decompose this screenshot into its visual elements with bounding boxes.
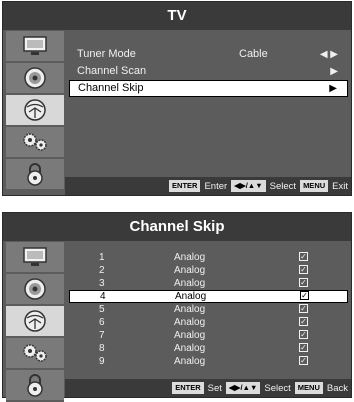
right-arrow-icon: ▶ bbox=[330, 66, 338, 77]
channel-list: 1 Analog ✓ 2 Analog ✓ 3 Analog ✓ 4 Analo… bbox=[69, 251, 348, 368]
menu-item-label: Channel Skip bbox=[78, 82, 144, 94]
enter-key-badge: ENTER bbox=[169, 180, 201, 192]
menu-item-tuner-mode[interactable]: Tuner Mode Cable ◀ ▶ bbox=[69, 46, 348, 63]
channel-number: 2 bbox=[99, 265, 105, 276]
skip-checkbox[interactable]: ✓ bbox=[299, 343, 308, 352]
skip-checkbox[interactable]: ✓ bbox=[299, 252, 308, 261]
menu-item-channel-scan[interactable]: Channel Scan ▶ bbox=[69, 63, 348, 80]
lock-icon bbox=[27, 163, 43, 186]
set-hint: Set bbox=[207, 382, 222, 394]
skip-checkbox[interactable]: ✓ bbox=[299, 265, 308, 274]
channel-row[interactable]: 6 Analog ✓ bbox=[69, 316, 348, 329]
picture-icon bbox=[23, 247, 47, 266]
sidebar-item-sound[interactable] bbox=[6, 63, 64, 95]
channel-skip-menu: Channel Skip 1 Analog ✓ 2 Analog ✓ 3 Ana… bbox=[2, 212, 352, 402]
sidebar bbox=[6, 31, 64, 191]
menu-title: Channel Skip bbox=[3, 213, 351, 241]
footer-help: ENTER Enter ◀▶/▲▼ Select MENU Exit bbox=[65, 177, 351, 195]
sidebar-item-lock[interactable] bbox=[6, 159, 64, 191]
channel-row[interactable]: 5 Analog ✓ bbox=[69, 303, 348, 316]
lock-icon bbox=[27, 374, 43, 397]
skip-checkbox[interactable]: ✓ bbox=[299, 304, 308, 313]
channel-row[interactable]: 7 Analog ✓ bbox=[69, 329, 348, 342]
channel-row[interactable]: 2 Analog ✓ bbox=[69, 264, 348, 277]
menu-item-label: Channel Scan bbox=[77, 65, 147, 77]
sidebar-item-picture[interactable] bbox=[6, 242, 64, 274]
channel-row[interactable]: 8 Analog ✓ bbox=[69, 342, 348, 355]
select-hint: Select bbox=[264, 382, 291, 394]
footer-help: ENTER Set ◀▶/▲▼ Select MENU Back bbox=[65, 379, 351, 397]
channel-number: 1 bbox=[99, 252, 105, 263]
channel-number: 5 bbox=[99, 304, 105, 315]
menu-key-badge: MENU bbox=[300, 180, 329, 192]
exit-hint: Exit bbox=[332, 180, 348, 192]
menu-item-label: Tuner Mode bbox=[77, 48, 136, 60]
sidebar-item-lock[interactable] bbox=[6, 370, 64, 402]
enter-hint: Enter bbox=[204, 180, 228, 192]
menu-key-badge: MENU bbox=[294, 382, 323, 394]
sidebar bbox=[6, 242, 64, 402]
left-right-arrows-icon: ◀ ▶ bbox=[319, 49, 338, 60]
select-hint: Select bbox=[269, 180, 297, 192]
sidebar-item-picture[interactable] bbox=[6, 31, 64, 63]
setup-icon bbox=[23, 344, 47, 362]
channel-type: Analog bbox=[174, 278, 206, 289]
menu-title: TV bbox=[3, 2, 351, 30]
channel-type: Analog bbox=[174, 317, 206, 328]
channel-type: Analog bbox=[174, 252, 206, 263]
channel-type: Analog bbox=[174, 356, 206, 367]
channel-icon bbox=[24, 99, 46, 121]
skip-checkbox[interactable]: ✓ bbox=[299, 317, 308, 326]
channel-type: Analog bbox=[174, 330, 206, 341]
channel-type: Analog bbox=[174, 304, 206, 315]
skip-checkbox[interactable]: ✓ bbox=[299, 278, 308, 287]
sidebar-item-channel[interactable] bbox=[6, 306, 64, 338]
sidebar-item-sound[interactable] bbox=[6, 274, 64, 306]
sound-icon bbox=[24, 278, 46, 300]
sidebar-item-setup[interactable] bbox=[6, 338, 64, 370]
skip-checkbox[interactable]: ✓ bbox=[300, 291, 309, 300]
channel-type: Analog bbox=[174, 265, 206, 276]
channel-number: 8 bbox=[99, 343, 105, 354]
skip-checkbox[interactable]: ✓ bbox=[299, 330, 308, 339]
right-arrow-icon: ▶ bbox=[329, 83, 337, 94]
picture-icon bbox=[23, 36, 47, 55]
enter-key-badge: ENTER bbox=[172, 382, 204, 394]
channel-number: 7 bbox=[99, 330, 105, 341]
back-hint: Back bbox=[326, 382, 348, 394]
sidebar-item-channel[interactable] bbox=[6, 95, 64, 127]
channel-number: 9 bbox=[99, 356, 105, 367]
channel-row[interactable]: 9 Analog ✓ bbox=[69, 355, 348, 368]
channel-row[interactable]: 3 Analog ✓ bbox=[69, 277, 348, 290]
channel-icon bbox=[24, 310, 46, 332]
channel-row-selected[interactable]: 4 Analog ✓ bbox=[69, 290, 348, 303]
menu-content: Tuner Mode Cable ◀ ▶ Channel Scan ▶ Chan… bbox=[69, 46, 348, 97]
skip-checkbox[interactable]: ✓ bbox=[299, 356, 308, 365]
channel-number: 3 bbox=[99, 278, 105, 289]
navigate-key-badge: ◀▶/▲▼ bbox=[225, 382, 261, 394]
tv-menu: TV Tuner Mode Cable ◀ ▶ Channel Scan ▶ C… bbox=[2, 1, 352, 196]
menu-item-value: Cable bbox=[239, 48, 268, 60]
channel-number: 4 bbox=[100, 291, 106, 302]
sound-icon bbox=[24, 67, 46, 89]
channel-row[interactable]: 1 Analog ✓ bbox=[69, 251, 348, 264]
setup-icon bbox=[23, 133, 47, 151]
channel-type: Analog bbox=[174, 343, 206, 354]
navigate-key-badge: ◀▶/▲▼ bbox=[231, 180, 266, 192]
channel-number: 6 bbox=[99, 317, 105, 328]
menu-item-channel-skip[interactable]: Channel Skip ▶ bbox=[69, 80, 348, 97]
sidebar-item-setup[interactable] bbox=[6, 127, 64, 159]
channel-type: Analog bbox=[175, 291, 207, 302]
